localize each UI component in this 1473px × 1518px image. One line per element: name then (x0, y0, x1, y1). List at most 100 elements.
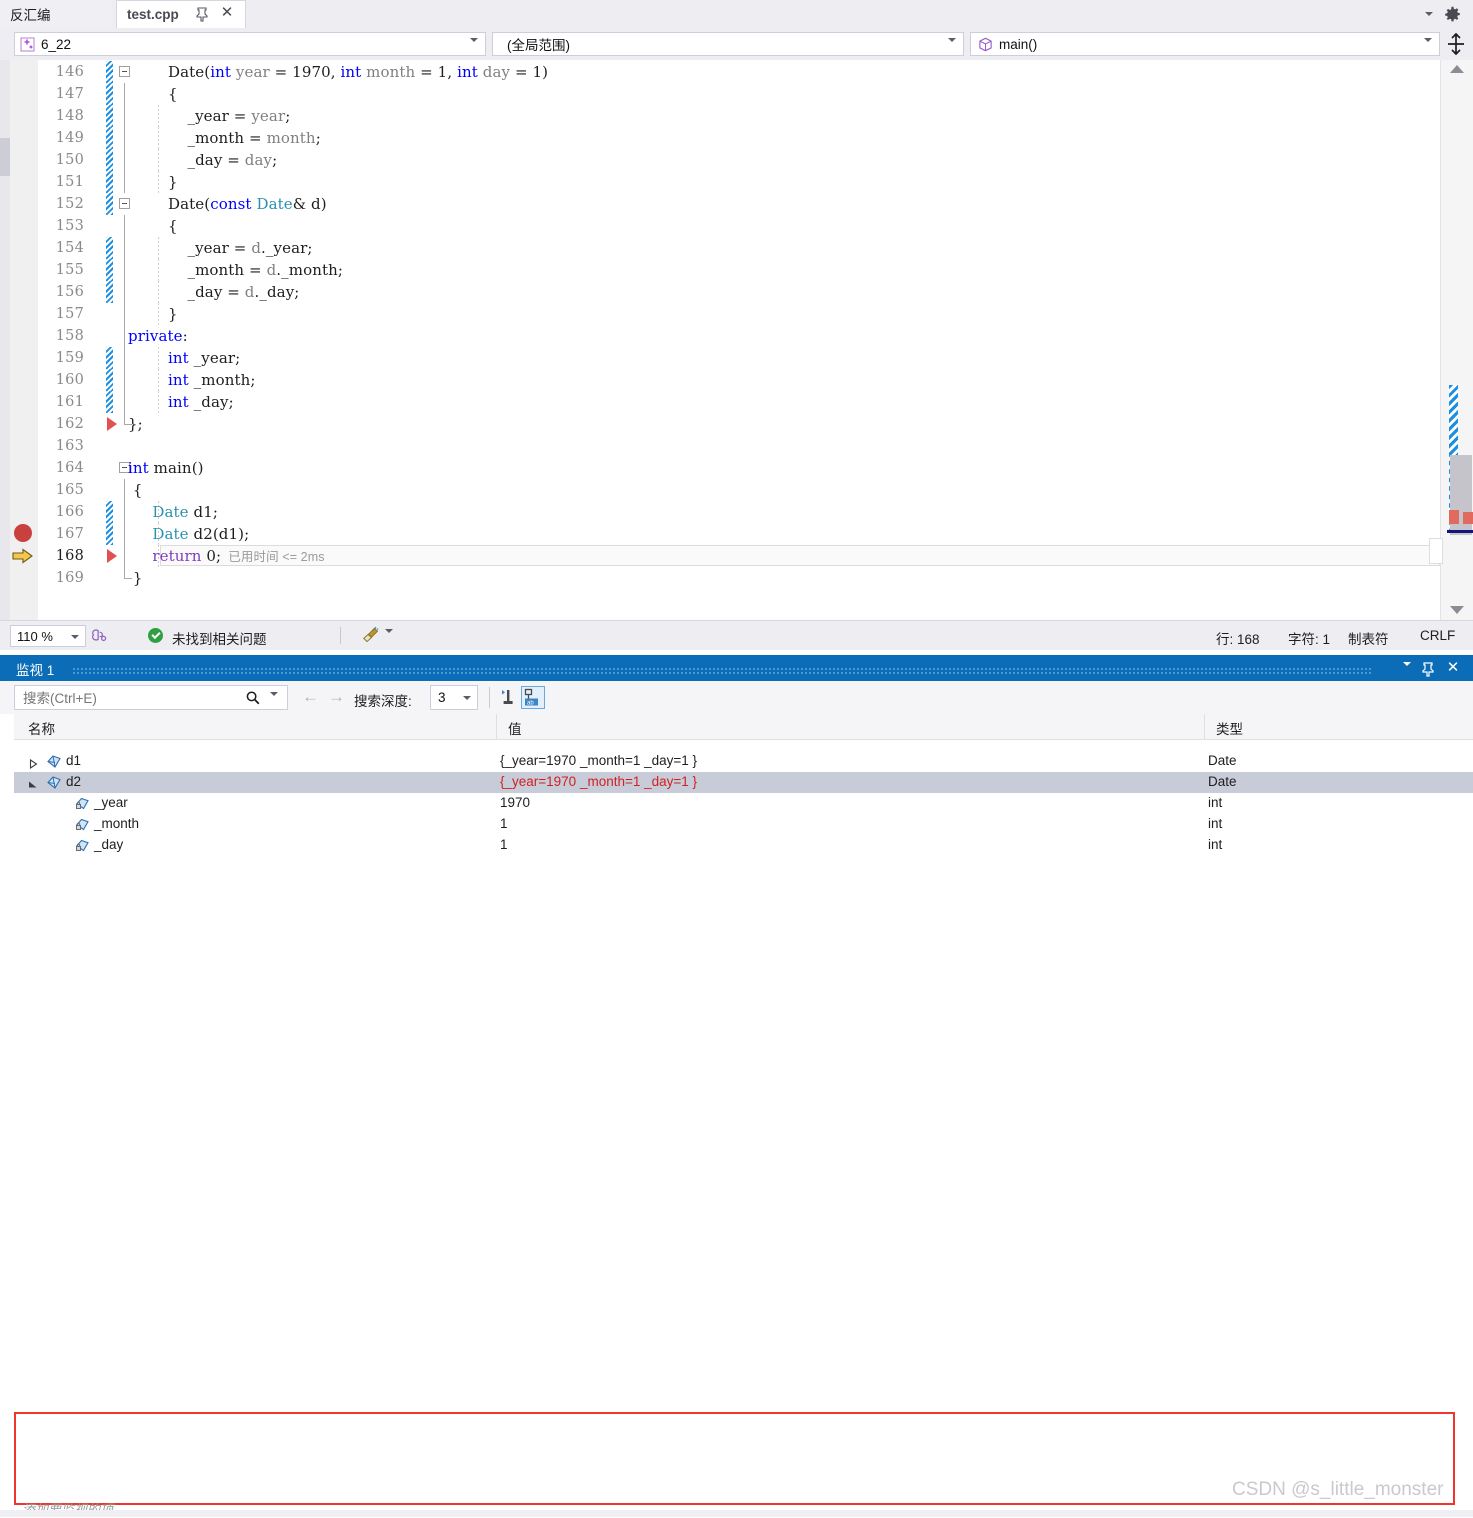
string-view-icon[interactable]: ab (521, 686, 545, 709)
code-editor[interactable]: 146 Date(int year = 1970, int month = 1, … (0, 60, 1473, 620)
watch-item-value[interactable]: 1970 (500, 795, 530, 810)
column-header-name[interactable]: 名称 (28, 718, 55, 738)
code-line[interactable]: 165 { (0, 479, 1440, 501)
code-text[interactable]: int main() (128, 457, 204, 479)
watch-item-value[interactable]: {_year=1970 _month=1 _day=1 } (500, 774, 697, 789)
tab-disassembly[interactable]: 反汇编 (0, 0, 112, 28)
collapse-triangle-icon[interactable] (28, 778, 38, 788)
watch-item-name[interactable]: _month (94, 816, 139, 831)
code-text[interactable]: int _day; (168, 391, 234, 413)
gear-icon[interactable] (1444, 6, 1461, 23)
chevron-down-icon[interactable] (270, 692, 278, 711)
chevron-down-icon[interactable] (1403, 662, 1411, 681)
table-row[interactable]: _month 1 int (14, 814, 1473, 835)
code-line[interactable]: 146 Date(int year = 1970, int month = 1, … (0, 61, 1440, 83)
breakpoint-icon[interactable] (14, 524, 32, 542)
pin-icon[interactable] (1421, 661, 1435, 677)
code-line[interactable]: 149 _month = month; (0, 127, 1440, 149)
code-line[interactable]: 154 _year = d._year; (0, 237, 1440, 259)
chevron-down-icon[interactable] (948, 38, 956, 57)
code-text[interactable]: _month = d._month; (168, 259, 343, 281)
breakpoint-advanced-icon[interactable] (107, 549, 117, 563)
scroll-down-arrow-icon[interactable] (1450, 606, 1464, 614)
code-text[interactable]: } (168, 303, 178, 325)
search-previous-icon[interactable]: ← (302, 688, 319, 705)
watch-item-value[interactable]: 1 (500, 816, 508, 831)
hexadecimal-display-icon[interactable] (496, 686, 520, 709)
expand-triangle-icon[interactable] (28, 757, 38, 770)
code-line[interactable]: 151} (0, 171, 1440, 193)
code-text[interactable]: } (168, 171, 178, 193)
table-row[interactable]: d1 {_year=1970 _month=1 _day=1 } Date (14, 751, 1473, 772)
close-icon[interactable]: ✕ (1445, 660, 1461, 676)
chevron-down-icon[interactable] (463, 696, 471, 700)
table-row[interactable]: _day 1 int (14, 835, 1473, 856)
code-line[interactable]: 148 _year = year; (0, 105, 1440, 127)
intellicode-icon[interactable] (90, 627, 108, 645)
code-text[interactable]: _day = day; (168, 149, 277, 171)
code-line[interactable]: 156 _day = d._day; (0, 281, 1440, 303)
code-line[interactable]: 155 _month = d._month; (0, 259, 1440, 281)
code-text[interactable]: private: (128, 325, 188, 347)
code-line[interactable]: 164 int main() (0, 457, 1440, 479)
breakpoint-advanced-icon[interactable] (107, 417, 117, 431)
code-line[interactable]: 157} (0, 303, 1440, 325)
search-icon[interactable] (245, 690, 261, 706)
code-text[interactable]: _year = d._year; (168, 237, 313, 259)
code-text[interactable]: _month = month; (168, 127, 321, 149)
code-line[interactable]: 163 (0, 435, 1440, 457)
editor-vertical-scrollbar[interactable] (1429, 60, 1473, 620)
column-header-value[interactable]: 值 (508, 718, 522, 738)
code-line[interactable]: 152 Date(const Date& d) (0, 193, 1440, 215)
scroll-up-arrow-icon[interactable] (1450, 65, 1464, 73)
code-line[interactable]: 162}; (0, 413, 1440, 435)
search-depth-dropdown[interactable]: 3 (430, 685, 478, 710)
zoom-level-dropdown[interactable]: 110 % (10, 625, 86, 647)
code-text[interactable]: int _year; (168, 347, 240, 369)
watch-item-value[interactable]: {_year=1970 _month=1 _day=1 } (500, 753, 697, 768)
code-line[interactable]: 147 { (0, 83, 1440, 105)
editor-text-area[interactable]: 146 Date(int year = 1970, int month = 1, … (0, 60, 1440, 620)
close-icon[interactable]: ✕ (219, 5, 235, 21)
project-dropdown[interactable]: 6_22 (14, 32, 486, 57)
chevron-down-icon[interactable] (1424, 38, 1432, 57)
code-text[interactable]: { (168, 215, 178, 237)
search-input[interactable] (21, 686, 251, 711)
code-line[interactable]: 160 int _month; (0, 369, 1440, 391)
code-text[interactable]: { (128, 479, 143, 501)
code-text[interactable]: Date(int year = 1970, int month = 1, int… (168, 61, 548, 83)
watch-item-name[interactable]: d2 (66, 774, 81, 789)
search-next-icon[interactable]: → (328, 688, 345, 705)
code-text[interactable]: int _month; (168, 369, 256, 391)
fold-collapse-icon[interactable] (119, 66, 130, 77)
fold-collapse-icon[interactable] (119, 198, 130, 209)
code-text[interactable]: } (128, 567, 143, 589)
scope-dropdown[interactable]: (全局范围) (492, 32, 964, 57)
column-divider[interactable] (496, 714, 497, 739)
code-line[interactable]: 168 return 0; 已用时间 <= 2ms (0, 545, 1440, 567)
watch-item-name[interactable]: _year (94, 795, 128, 810)
split-editor-button[interactable] (1443, 32, 1469, 56)
code-line[interactable]: 158 private: (0, 325, 1440, 347)
chevron-down-icon[interactable] (71, 635, 79, 639)
watch-item-name[interactable]: d1 (66, 753, 81, 768)
code-text[interactable]: return 0; 已用时间 <= 2ms (128, 545, 325, 567)
code-text[interactable]: _day = d._day; (168, 281, 299, 303)
pin-icon[interactable] (195, 6, 209, 22)
code-line[interactable]: 169 } (0, 567, 1440, 589)
column-header-type[interactable]: 类型 (1216, 718, 1243, 738)
code-text[interactable]: Date d2(d1); (128, 523, 249, 545)
chevron-down-icon[interactable] (1423, 9, 1435, 19)
code-cleanup-icon[interactable] (362, 626, 380, 645)
search-input-wrapper[interactable] (14, 685, 288, 711)
code-text[interactable]: }; (128, 413, 143, 435)
member-dropdown[interactable]: main() (970, 32, 1440, 57)
code-text[interactable]: { (168, 83, 178, 105)
code-text[interactable]: Date(const Date& d) (168, 193, 327, 215)
chevron-down-icon[interactable] (385, 629, 393, 648)
code-line[interactable]: 150 _day = day; (0, 149, 1440, 171)
code-line[interactable]: 159 int _year; (0, 347, 1440, 369)
code-line[interactable]: 166 Date d1; (0, 501, 1440, 523)
watch-item-name[interactable]: _day (94, 837, 123, 852)
code-text[interactable]: _year = year; (168, 105, 290, 127)
